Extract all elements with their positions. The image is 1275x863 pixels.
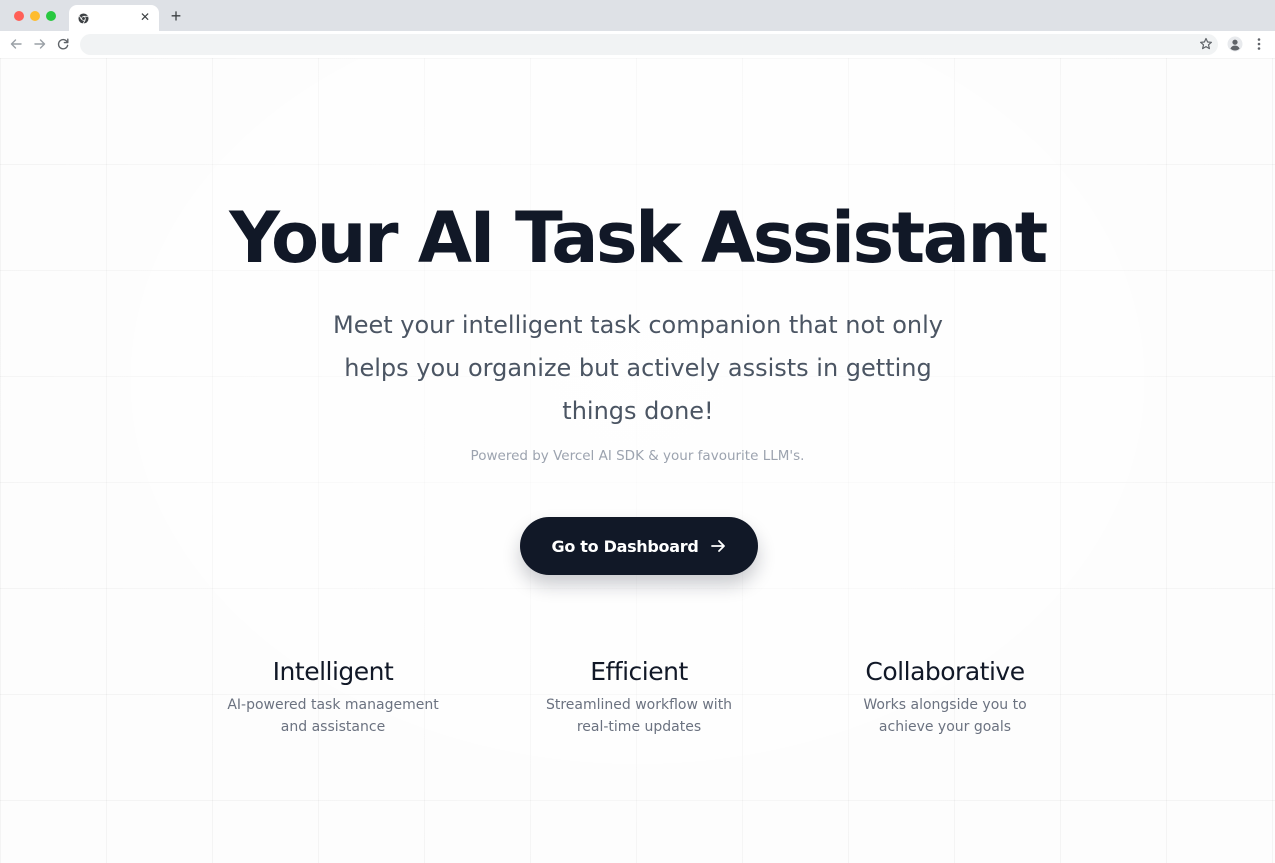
feature-title: Collaborative: [865, 657, 1025, 686]
landing-page: Your AI Task Assistant Meet your intelli…: [0, 58, 1275, 863]
minimize-window-button[interactable]: [30, 11, 40, 21]
browser-tab[interactable]: ✕: [69, 5, 159, 31]
reload-icon[interactable]: [56, 37, 70, 51]
close-window-button[interactable]: [14, 11, 24, 21]
feature-title: Efficient: [590, 657, 688, 686]
browser-chrome: ✕ +: [0, 0, 1275, 58]
browser-toolbar: [0, 31, 1275, 58]
feature-description: Streamlined workflow with real-time upda…: [545, 697, 733, 735]
hero-title: Your AI Task Assistant: [229, 197, 1048, 279]
hero-section: Your AI Task Assistant Meet your intelli…: [0, 58, 1275, 863]
hero-subtitle: Meet your intelligent task companion tha…: [333, 311, 943, 425]
maximize-window-button[interactable]: [46, 11, 56, 21]
go-to-dashboard-label: Go to Dashboard: [551, 536, 699, 556]
feature-title: Intelligent: [272, 657, 394, 686]
powered-by-text: Powered by Vercel AI SDK & your favourit…: [470, 448, 805, 464]
chrome-favicon-icon: [78, 13, 89, 24]
arrow-left-icon[interactable]: [9, 37, 23, 51]
feature-intelligent: Intelligent AI-powered task management a…: [183, 656, 483, 738]
window-controls: [14, 11, 56, 21]
feature-description: Works alongside you to achieve your goal…: [863, 697, 1027, 735]
tab-close-button[interactable]: ✕: [138, 10, 152, 24]
profile-icon[interactable]: [1227, 36, 1243, 52]
tab-strip: ✕ +: [0, 0, 1275, 31]
star-icon[interactable]: [1199, 37, 1213, 51]
feature-description: AI-powered task management and assistanc…: [227, 697, 439, 735]
kebab-menu-icon[interactable]: [1253, 37, 1265, 51]
feature-efficient: Efficient Streamlined workflow with real…: [489, 656, 789, 738]
go-to-dashboard-button[interactable]: Go to Dashboard: [520, 517, 758, 575]
arrow-right-icon[interactable]: [33, 37, 47, 51]
address-input[interactable]: [80, 34, 1218, 55]
feature-collaborative: Collaborative Works alongside you to ach…: [795, 656, 1095, 738]
new-tab-button[interactable]: +: [168, 7, 184, 25]
arrow-right-icon: [710, 540, 725, 552]
address-bar[interactable]: [80, 34, 1218, 55]
